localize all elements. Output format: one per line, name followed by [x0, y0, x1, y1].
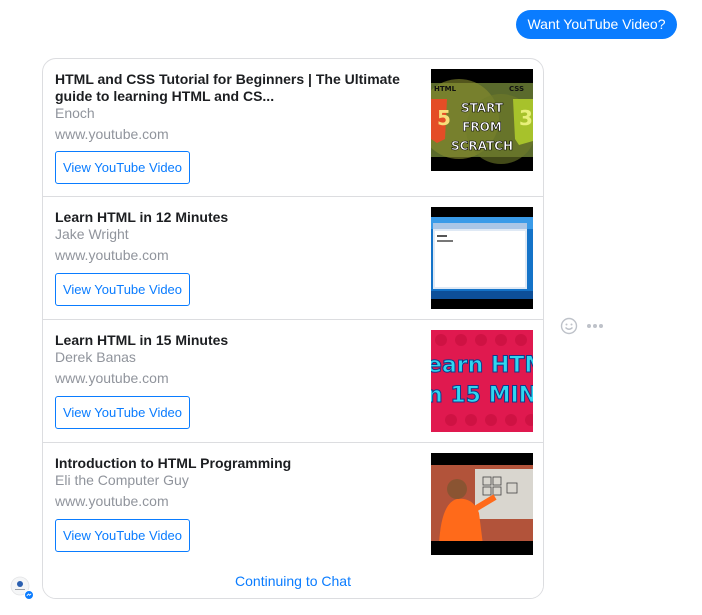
svg-text:CSS: CSS [509, 85, 524, 93]
item-channel: Enoch [55, 105, 95, 121]
messenger-chat-view: Want YouTube Video? HTML and CSS Tutoria… [0, 0, 702, 615]
item-channel: Eli the Computer Guy [55, 472, 189, 488]
thumbnail-image [431, 207, 533, 309]
item-title: Introduction to HTML Programming [55, 455, 292, 471]
svg-text:HTML: HTML [434, 85, 457, 93]
thumbnail-image: 5 3 HTML CSS START FROM SCRATCH [431, 69, 533, 171]
video-thumbnail[interactable]: earn HTM n 15 MIN [431, 330, 533, 432]
item-channel: Jake Wright [55, 226, 129, 242]
smiley-icon[interactable] [560, 317, 578, 340]
thumbnail-caption-line: earn HTM [431, 353, 533, 378]
thumbnail-caption-line: FROM [462, 120, 502, 134]
list-item: Learn HTML in 15 Minutes Derek Banas www… [43, 320, 543, 443]
list-item: HTML and CSS Tutorial for Beginners | Th… [43, 59, 543, 197]
continuing-to-chat-button[interactable]: Continuing to Chat [43, 564, 543, 598]
item-domain: www.youtube.com [55, 247, 169, 263]
view-youtube-video-button[interactable]: View YouTube Video [55, 519, 190, 552]
list-item: Introduction to HTML Programming Eli the… [43, 443, 543, 566]
item-text-block: Learn HTML in 15 Minutes Derek Banas www… [55, 332, 419, 387]
page-avatar-icon [10, 576, 34, 600]
view-youtube-video-button[interactable]: View YouTube Video [55, 396, 190, 429]
item-title: Learn HTML in 12 Minutes [55, 209, 229, 225]
item-title: Learn HTML in 15 Minutes [55, 332, 229, 348]
item-text-block: Learn HTML in 12 Minutes Jake Wright www… [55, 209, 419, 264]
thumbnail-caption-line: SCRATCH [451, 139, 513, 153]
thumbnail-image [431, 453, 533, 555]
video-list-card: HTML and CSS Tutorial for Beginners | Th… [42, 58, 544, 599]
list-item: Learn HTML in 12 Minutes Jake Wright www… [43, 197, 543, 320]
item-text-block: HTML and CSS Tutorial for Beginners | Th… [55, 71, 419, 143]
view-youtube-video-button[interactable]: View YouTube Video [55, 151, 190, 184]
item-domain: www.youtube.com [55, 493, 169, 509]
thumbnail-caption-line: START [461, 101, 504, 115]
message-actions [560, 317, 604, 340]
video-thumbnail[interactable] [431, 207, 533, 309]
video-thumbnail[interactable]: 5 3 HTML CSS START FROM SCRATCH [431, 69, 533, 171]
item-channel: Derek Banas [55, 349, 136, 365]
outgoing-message-bubble: Want YouTube Video? [516, 10, 677, 39]
more-options-icon[interactable] [586, 317, 604, 340]
item-text-block: Introduction to HTML Programming Eli the… [55, 455, 419, 510]
item-title: HTML and CSS Tutorial for Beginners | Th… [55, 71, 400, 104]
thumbnail-image: earn HTM n 15 MIN [431, 330, 533, 432]
video-thumbnail[interactable] [431, 453, 533, 555]
svg-text:3: 3 [519, 106, 533, 130]
item-domain: www.youtube.com [55, 370, 169, 386]
svg-text:5: 5 [437, 106, 451, 130]
item-domain: www.youtube.com [55, 126, 169, 142]
view-youtube-video-button[interactable]: View YouTube Video [55, 273, 190, 306]
thumbnail-caption-line: n 15 MIN [431, 383, 533, 408]
